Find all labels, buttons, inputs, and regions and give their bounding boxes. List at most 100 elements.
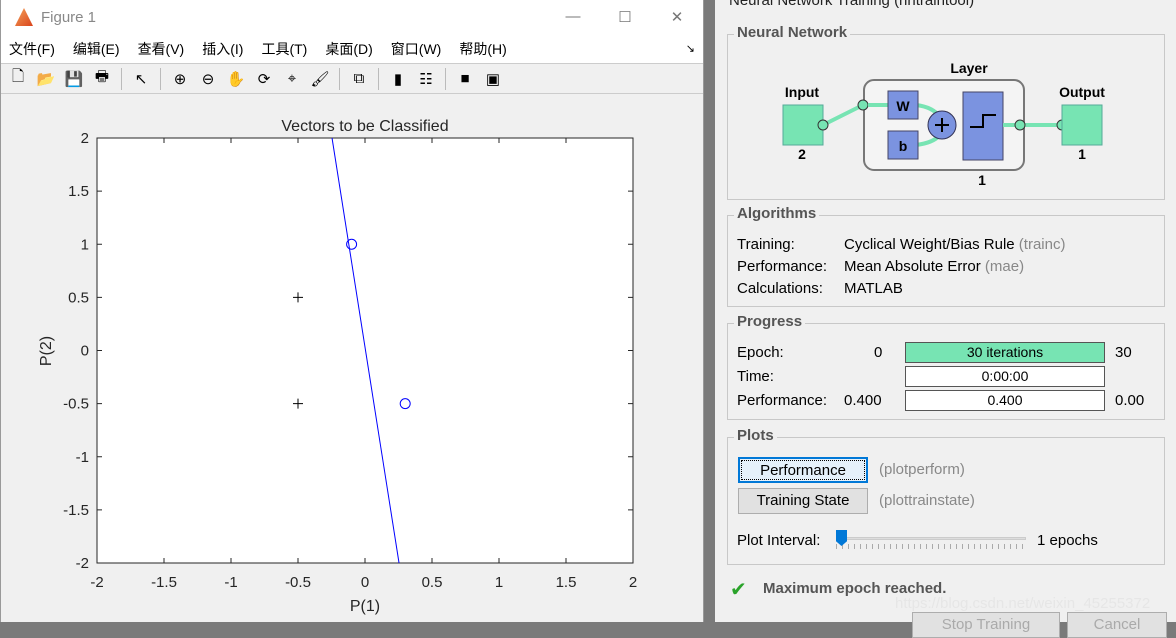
colorbar-icon[interactable]: ▮ [387, 68, 409, 90]
x-tick-label: 1.5 [556, 574, 577, 591]
algorithms-group: Algorithms Training: Cyclical Weight/Bia… [727, 205, 1165, 307]
layer-size: 1 [978, 172, 986, 188]
figure-toolbar: 🗋 📂 💾 🖶 ↖ ⊕ ⊖ ✋ ⟳ ⌖ 🖌 ⧉ ▮ ☷ ■ ▣ [1, 64, 703, 94]
zoom-out-icon[interactable]: ⊖ [197, 68, 219, 90]
menu-file[interactable]: 文件(F) [9, 39, 55, 59]
performance-fn: (mae) [984, 258, 1025, 275]
group-label: Plots [734, 427, 777, 444]
figure-title-bar: Figure 1 — ☐ ✕ [1, 0, 703, 34]
neural-network-group: Neural Network Input 2 Layer W b 1 Outpu… [727, 24, 1165, 200]
y-tick-label: 0.5 [68, 289, 89, 306]
plot-interval-slider[interactable] [836, 530, 1026, 549]
show-plot-tools-icon[interactable]: ▣ [482, 68, 504, 90]
minimize-button[interactable]: — [547, 8, 599, 26]
training-value: Cyclical Weight/Bias Rule [844, 236, 1015, 253]
nntraintool-window: Neural Network Training (nntraintool) Ne… [715, 0, 1176, 638]
training-state-plot-button[interactable]: Training State [738, 488, 868, 514]
print-icon[interactable]: 🖶 [91, 68, 113, 90]
y-tick-label: 2 [81, 130, 89, 147]
menu-bar: 文件(F) 编辑(E) 查看(V) 插入(I) 工具(T) 桌面(D) 窗口(W… [1, 34, 703, 64]
perf-bar: 0.400 [905, 390, 1105, 411]
output-label: Output [1059, 84, 1105, 100]
legend-icon[interactable]: ☷ [415, 68, 437, 90]
group-label: Progress [734, 313, 806, 330]
zoom-in-icon[interactable]: ⊕ [169, 68, 191, 90]
network-diagram: Input 2 Layer W b 1 Output 1 [782, 60, 1105, 188]
open-file-icon[interactable]: 📂 [35, 68, 57, 90]
progress-group: Progress Epoch: 0 30 iterations 30 Time:… [727, 313, 1165, 420]
plots-group: Plots Performance (plotperform) Training… [727, 427, 1165, 565]
hide-plot-tools-icon[interactable]: ■ [454, 68, 476, 90]
epoch-max: 30 [1115, 344, 1132, 361]
link-plot-icon[interactable]: ⧉ [348, 68, 370, 90]
output-size: 1 [1078, 146, 1086, 162]
group-label: Algorithms [734, 205, 820, 222]
x-tick-label: 2 [629, 574, 637, 591]
epoch-progress-bar: 30 iterations [905, 342, 1105, 363]
stop-training-button[interactable]: Stop Training [912, 612, 1060, 638]
new-figure-icon[interactable]: 🗋 [7, 68, 29, 90]
performance-label: Performance: [737, 258, 828, 275]
maximize-button[interactable]: ☐ [599, 8, 651, 26]
performance-plot-button[interactable]: Performance [738, 457, 868, 483]
matlab-logo-icon [15, 8, 33, 26]
plot-interval-label: Plot Interval: [737, 532, 821, 549]
menu-insert[interactable]: 插入(I) [202, 39, 243, 59]
plot-interval-value: 1 epochs [1037, 532, 1098, 549]
y-tick-label: 1.5 [68, 183, 89, 200]
plotperform-fn: (plotperform) [879, 461, 965, 478]
close-button[interactable]: ✕ [651, 8, 703, 26]
brush-icon[interactable]: 🖌 [309, 68, 331, 90]
time-label: Time: [737, 368, 774, 385]
performance-value: Mean Absolute Error [844, 258, 981, 275]
training-fn: (trainc) [1018, 236, 1066, 253]
epoch-min: 0 [874, 344, 883, 361]
time-bar: 0:00:00 [905, 366, 1105, 387]
dock-arrow-icon[interactable]: ↘ [686, 42, 695, 55]
menu-window[interactable]: 窗口(W) [391, 39, 442, 59]
save-icon[interactable]: 💾 [63, 68, 85, 90]
x-tick-label: -2 [90, 574, 103, 591]
y-tick-label: -2 [76, 555, 89, 572]
axes-box [96, 137, 634, 564]
x-tick-label: -1.5 [151, 574, 177, 591]
menu-help[interactable]: 帮助(H) [459, 39, 506, 59]
data-cursor-icon[interactable]: ⌖ [281, 68, 303, 90]
perf-min: 0.400 [844, 392, 882, 409]
menu-desktop[interactable]: 桌面(D) [325, 39, 372, 59]
x-tick-label: 0 [361, 574, 369, 591]
epoch-label: Epoch: [737, 344, 784, 361]
input-size: 2 [798, 146, 806, 162]
x-tick-label: 1 [495, 574, 503, 591]
chart-title: Vectors to be Classified [281, 118, 448, 135]
y-tick-label: 0 [81, 343, 89, 360]
menu-tools[interactable]: 工具(T) [261, 39, 307, 59]
y-tick-label: -0.5 [63, 396, 89, 413]
x-tick-label: -1 [224, 574, 237, 591]
calculations-value: MATLAB [844, 280, 903, 297]
x-axis-label: P(1) [350, 598, 380, 615]
y-axis-label: P(2) [38, 336, 55, 366]
menu-edit[interactable]: 编辑(E) [73, 39, 120, 59]
pointer-icon[interactable]: ↖ [130, 68, 152, 90]
rotate-icon[interactable]: ⟳ [253, 68, 275, 90]
toolbar-separator [445, 67, 446, 90]
watermark: https://blog.csdn.net/weixin_45255372 [895, 595, 1151, 612]
output-block [1061, 104, 1103, 146]
input-label: Input [785, 84, 820, 100]
toolbar-separator [160, 67, 161, 90]
scatter-plot: -2 -1.5 -1 -0.5 0 0.5 1 1.5 2 2 1.5 1 0.5 0 -0.5 -1 -1.5… [38, 118, 637, 615]
plottrainstate-fn: (plottrainstate) [879, 492, 975, 509]
checkmark-icon: ✔ [730, 579, 747, 601]
perf-label: Performance: [737, 392, 828, 409]
menu-view[interactable]: 查看(V) [138, 39, 185, 59]
weight-label: W [896, 98, 910, 114]
y-tick-label: -1.5 [63, 502, 89, 519]
figure-title: Figure 1 [41, 8, 97, 26]
toolbar-separator [378, 67, 379, 90]
cancel-button[interactable]: Cancel [1067, 612, 1167, 638]
pan-icon[interactable]: ✋ [225, 68, 247, 90]
x-tick-label: 0.5 [422, 574, 443, 591]
toolbar-separator [339, 67, 340, 90]
figure-window: Figure 1 — ☐ ✕ 文件(F) 编辑(E) 查看(V) 插入(I) 工… [0, 0, 704, 622]
